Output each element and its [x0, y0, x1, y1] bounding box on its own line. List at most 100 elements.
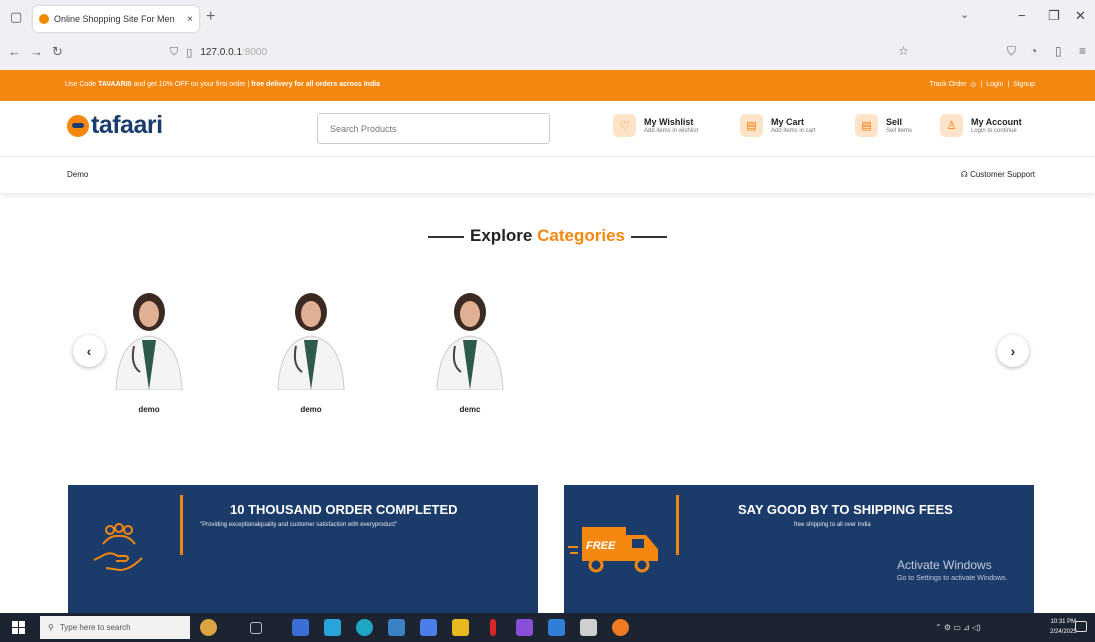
edge-icon[interactable] — [356, 619, 373, 636]
browser-nav-bar: ← → ↻ ⛉ ▯ 127.0.0.1:8000 ☆ ⛉ ◔ ▯ ≡ — [0, 36, 1095, 70]
menu-icon[interactable]: ≡ — [1079, 44, 1086, 58]
minimize-button[interactable]: − — [1018, 8, 1026, 23]
menu-item-demo[interactable]: Demo — [67, 170, 88, 179]
login-link[interactable]: Login — [986, 81, 1003, 89]
cart-title: My Cart — [771, 117, 805, 127]
customer-support-link[interactable]: ☊ Customer Support — [961, 170, 1035, 179]
wishlist-title: My Wishlist — [644, 117, 694, 127]
promo-links: Track Order ⊙ | Login | Signup — [929, 81, 1035, 89]
clock-date: 2/24/2025 — [1050, 629, 1077, 635]
track-order-link[interactable]: Track Order — [929, 81, 966, 89]
shipping-banner: FREE SAY GOOD BY TO SHIPPING FEES free s… — [564, 485, 1034, 613]
category-card[interactable]: demo — [266, 290, 356, 414]
extension-icon[interactable]: ◔ — [1030, 44, 1037, 58]
firefox-icon[interactable] — [612, 619, 629, 636]
new-tab-button[interactable]: + — [206, 8, 215, 26]
weather-widget-icon[interactable] — [200, 619, 217, 636]
category-card[interactable]: demo — [104, 290, 194, 414]
category-card[interactable]: demc — [425, 290, 515, 414]
section-title: Explore Categories — [0, 226, 1095, 246]
clock-time: 10:31 PM — [1050, 619, 1077, 625]
app-icon[interactable] — [490, 619, 496, 636]
taskbar-clock[interactable]: 10:31 PM 2/24/2025 — [1050, 617, 1077, 637]
watermark-line-1: Activate Windows — [897, 558, 992, 572]
activate-windows-watermark: Activate Windows Go to Settings to activ… — [897, 558, 1008, 582]
category-image — [115, 293, 183, 391]
store-icon[interactable] — [388, 619, 405, 636]
app-icon[interactable] — [292, 619, 309, 636]
close-window-button[interactable]: ✕ — [1075, 8, 1086, 24]
taskbar-search[interactable]: ⚲ Type here to search — [40, 616, 190, 639]
delivery-truck-icon: FREE — [568, 527, 658, 573]
app-icon[interactable] — [452, 619, 469, 636]
orders-banner: 10 THOUSAND ORDER COMPLETED "Providing e… — [68, 485, 538, 613]
windows-start-icon[interactable] — [12, 621, 25, 634]
forward-arrow-icon[interactable]: → — [30, 44, 43, 59]
promo-offer: and get 10% OFF on your first order — [133, 81, 246, 88]
system-tray[interactable]: ⌃ ⚙ ▭ ⊿ ◁) — [935, 623, 981, 632]
search-input[interactable] — [317, 113, 550, 144]
location-icon: ⊙ — [970, 82, 977, 89]
page-icon: ▯ — [186, 47, 193, 59]
reload-icon[interactable]: ↻ — [52, 44, 63, 60]
promo-code: TAVAARI0 — [98, 81, 132, 88]
page: ▢ Online Shopping Site For Men × + ⌄ − ❐… — [0, 0, 1095, 642]
address-bar[interactable]: ⛉ ▯ 127.0.0.1:8000 — [170, 46, 267, 59]
category-image — [277, 293, 345, 391]
browser-tab-active[interactable]: Online Shopping Site For Men × — [33, 6, 199, 32]
account-title: My Account — [971, 117, 1022, 127]
promo-link-sep: | — [980, 81, 983, 88]
url-port: :8000 — [242, 47, 268, 58]
sell-subtitle: Sell items — [886, 128, 913, 134]
app-icon[interactable] — [516, 619, 533, 636]
wishlist-subtitle: Add items in wishlist — [644, 128, 699, 134]
headset-icon: ☊ — [960, 170, 971, 179]
tab-title: Online Shopping Site For Men — [54, 14, 175, 24]
site-logo[interactable]: tafaari — [67, 111, 163, 140]
favicon-icon — [39, 14, 49, 24]
category-label: demo — [300, 405, 322, 414]
windows-taskbar: ⚲ Type here to search ⌃ ⚙ ▭ ⊿ ◁) 10:31 P… — [0, 613, 1095, 642]
cart-link[interactable]: ▤ My Cart Add items in cart — [740, 114, 816, 137]
promo-bar: Use Code TAVAARI0 and get 10% OFF on you… — [0, 70, 1095, 101]
tab-overview-icon[interactable]: ▢ — [10, 9, 22, 25]
signup-link[interactable]: Signup — [1013, 81, 1035, 89]
restore-button[interactable]: ❐ — [1048, 8, 1060, 24]
truck-free-label: FREE — [586, 540, 616, 552]
category-label: demo — [138, 405, 160, 414]
app-icon[interactable] — [548, 619, 565, 636]
tab-close-icon[interactable]: × — [187, 14, 193, 25]
account-link[interactable]: ♙ My Account Login to continue — [940, 114, 1022, 137]
account-subtitle: Login to continue — [971, 128, 1017, 134]
sell-link[interactable]: ▤ Sell Sell items — [855, 114, 912, 137]
sidebar-icon[interactable]: ▯ — [1055, 44, 1062, 58]
app-icon[interactable] — [580, 619, 597, 636]
promo-delivery: free delivery for all orders across Indi… — [251, 81, 381, 88]
back-arrow-icon[interactable]: ← — [8, 44, 21, 59]
browser-tab-bar: ▢ Online Shopping Site For Men × + ⌄ − ❐… — [0, 0, 1095, 36]
customer-support-label: Customer Support — [970, 170, 1035, 179]
banner-subtext: "Providing exceptionalquality and custom… — [200, 522, 398, 528]
notification-icon[interactable] — [1075, 621, 1087, 632]
watermark-line-2: Go to Settings to activate Windows. — [897, 575, 1008, 582]
user-icon: ♙ — [940, 114, 963, 137]
bookmark-star-icon[interactable]: ☆ — [898, 44, 909, 58]
title-line-right — [630, 235, 667, 238]
promo-text: Use Code TAVAARI0 and get 10% OFF on you… — [65, 81, 380, 88]
taskbar-search-placeholder: Type here to search — [59, 623, 131, 632]
carousel-prev-button[interactable]: ‹ — [73, 335, 105, 367]
promo-prefix: Use Code — [65, 81, 97, 88]
task-view-icon[interactable] — [250, 622, 262, 634]
chevron-down-icon[interactable]: ⌄ — [960, 8, 969, 21]
title-main: Explore — [470, 226, 533, 245]
app-icon[interactable] — [420, 619, 437, 636]
app-icon[interactable] — [324, 619, 341, 636]
cart-subtitle: Add items in cart — [771, 128, 816, 134]
pocket-icon[interactable]: ⛉ — [1007, 44, 1016, 59]
category-label: demc — [459, 405, 481, 414]
wishlist-link[interactable]: ♡ My Wishlist Add items in wishlist — [613, 114, 698, 137]
sell-title: Sell — [886, 117, 903, 127]
carousel-next-button[interactable]: › — [997, 335, 1029, 367]
logo-mark-icon — [67, 114, 89, 137]
banner-divider — [180, 495, 183, 555]
